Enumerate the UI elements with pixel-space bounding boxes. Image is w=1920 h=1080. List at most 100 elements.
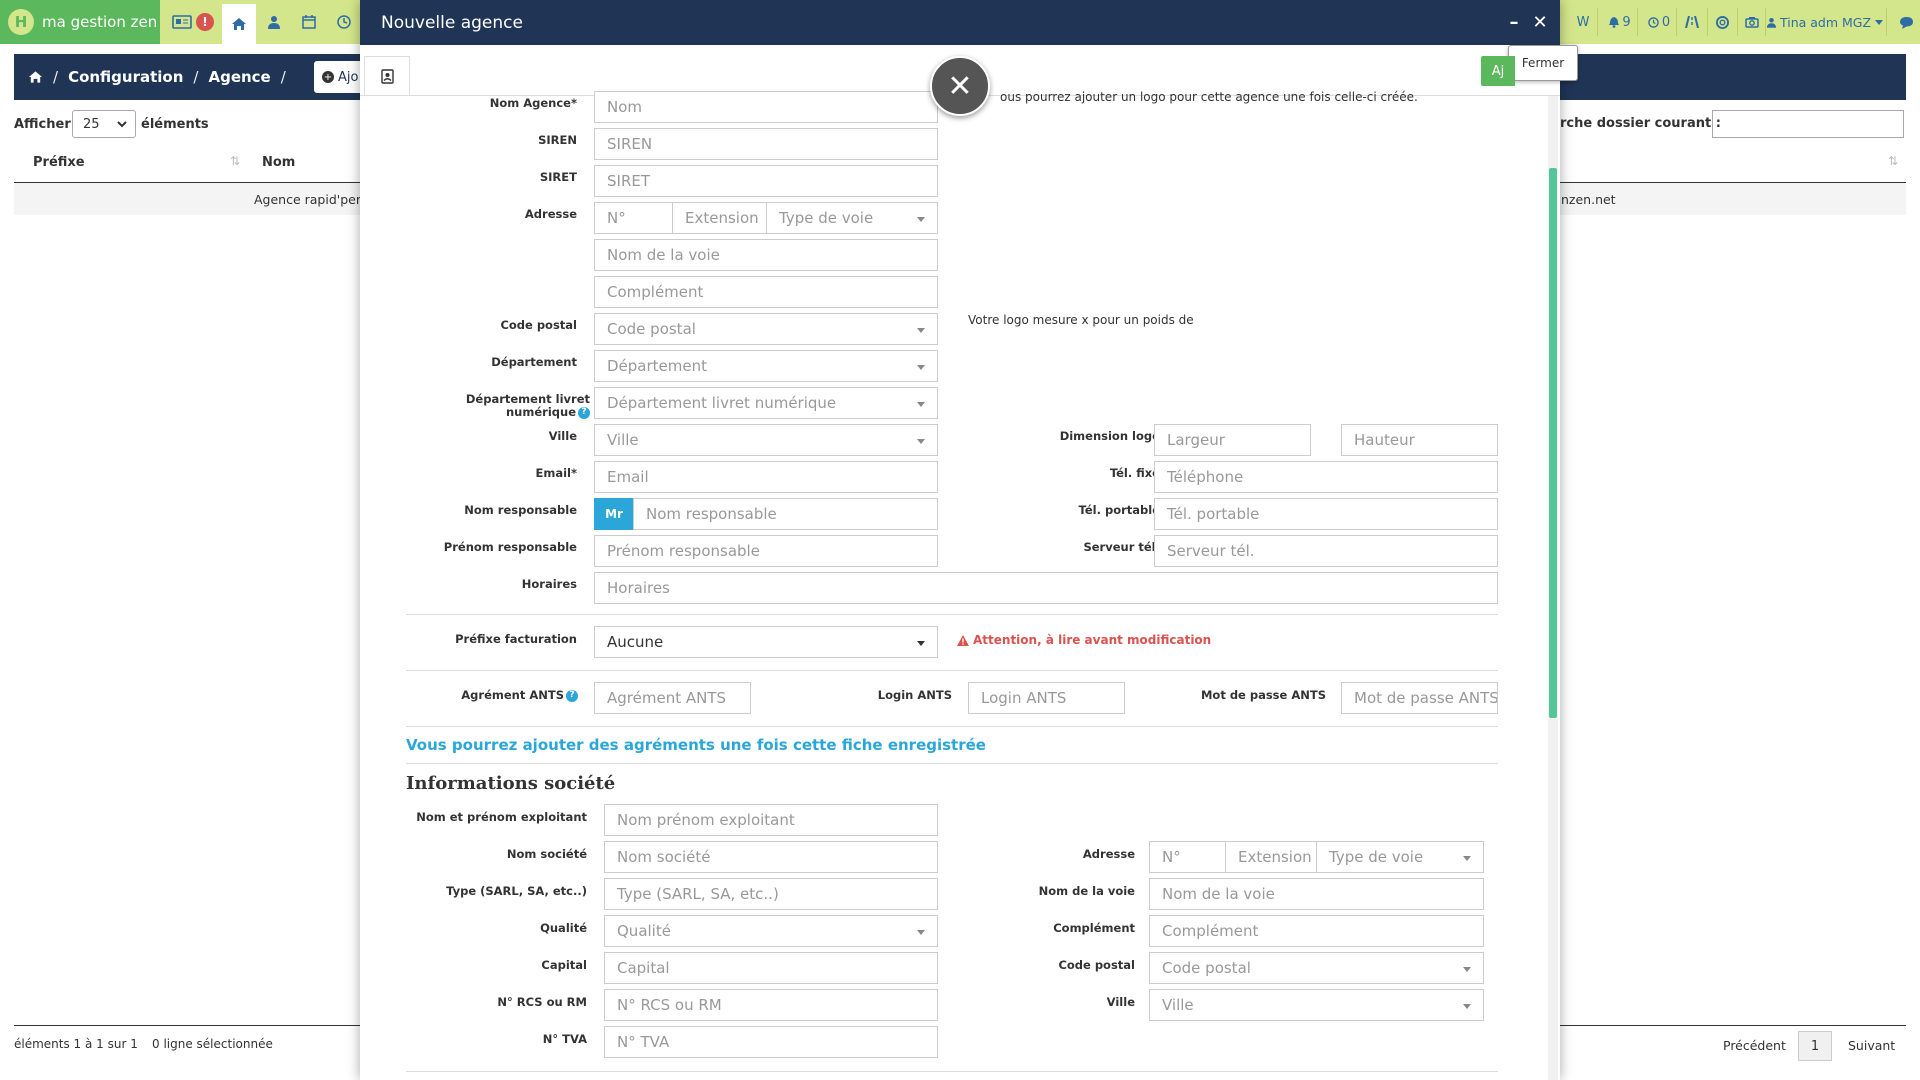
company-type-voie-select[interactable]: Type de voie [1316,841,1484,873]
column-header-prefixe[interactable]: Préfixe [33,155,85,170]
nom-agence-input[interactable]: Nom [594,91,938,123]
company-code-postal-select[interactable]: Code postal [1149,952,1484,984]
nav-divider [1637,8,1638,36]
help-icon[interactable]: ? [566,689,578,702]
label-rcs: N° RCS ou RM [497,995,587,1009]
calendar-icon [302,15,316,29]
overlay-close-button[interactable]: ✕ [930,56,990,116]
search-input[interactable] [1712,110,1904,138]
largeur-input[interactable]: Largeur [1154,424,1311,456]
numero-input[interactable]: N° [594,202,673,234]
selection-info: 0 ligne sélectionnée [152,1037,273,1051]
telephone-input[interactable]: Téléphone [1154,461,1498,493]
close-button[interactable]: ✕ [1528,9,1552,35]
brand[interactable]: H ma gestion zen [0,0,160,44]
nom-responsable-input[interactable]: Nom responsable [633,498,938,530]
column-header-nom[interactable]: Nom [262,155,295,170]
horaires-input[interactable]: Horaires [594,572,1498,604]
label-departement-livret-text: Département livret numérique [465,392,590,419]
login-ants-input[interactable]: Login ANTS [968,682,1125,714]
divider [406,726,1498,727]
type-voie-select[interactable]: Type de voie [766,202,938,234]
tva-input[interactable]: N° TVA [604,1026,938,1058]
page-size-select[interactable]: 25 [72,110,136,138]
modal-title: Nouvelle agence [381,12,523,33]
minimize-button[interactable]: – [1504,10,1524,34]
breadcrumb-configuration[interactable]: Configuration [68,68,183,86]
exploitant-input[interactable]: Nom prénom exploitant [604,804,938,836]
nom-societe-input[interactable]: Nom société [604,841,938,873]
company-complement-input[interactable]: Complément [1149,915,1484,947]
prefixe-facturation-select[interactable]: Aucune [594,626,938,658]
previous-page-button[interactable]: Précédent [1723,1038,1786,1053]
company-nom-voie-input[interactable]: Nom de la voie [1149,878,1484,910]
email-input[interactable]: Email [594,461,938,493]
siren-input[interactable]: SIREN [594,128,938,160]
road-nav-button[interactable] [1680,6,1704,38]
support-nav-button[interactable] [1710,6,1734,38]
help-icon[interactable]: ? [578,406,590,419]
label-qualite: Qualité [540,921,587,935]
label-tva: N° TVA [542,1032,587,1046]
label-dimension-logo: Dimension logo [1059,429,1160,443]
departement-livret-select[interactable]: Département livret numérique [594,387,938,419]
label-nom-societe: Nom société [506,847,587,861]
calendar-nav-button[interactable] [295,6,323,38]
next-page-button[interactable]: Suivant [1848,1038,1895,1053]
qualite-select[interactable]: Qualité [604,915,938,947]
sort-icon[interactable]: ⇅ [230,154,240,168]
camera-nav-button[interactable] [1740,6,1764,38]
page-size-value: 25 [83,116,100,132]
company-numero-input[interactable]: N° [1149,841,1226,873]
chat-icon [1899,16,1913,29]
lifebuoy-icon [1715,15,1729,29]
chat-nav-button[interactable] [1894,6,1918,38]
serveur-tel-input[interactable]: Serveur tél. [1154,535,1498,567]
tab-contact-card[interactable] [364,56,410,96]
caret-down-icon [1875,19,1884,25]
page-number-button[interactable]: 1 [1798,1031,1832,1061]
nom-voie-input[interactable]: Nom de la voie [594,239,938,271]
prenom-responsable-input[interactable]: Prénom responsable [594,535,938,567]
home-icon[interactable] [28,70,43,84]
company-ville-select[interactable]: Ville [1149,989,1484,1021]
siret-input[interactable]: SIRET [594,165,938,197]
tel-portable-input[interactable]: Tél. portable [1154,498,1498,530]
code-postal-select[interactable]: Code postal [594,313,938,345]
user-nav-button[interactable] [260,6,288,38]
home-icon [232,18,246,30]
type-societe-input[interactable]: Type (SARL, SA, etc..) [604,878,938,910]
warning-link[interactable]: Attention, à lire avant modification [957,633,1211,647]
w-nav-button[interactable]: W [1572,6,1594,38]
agrement-ants-input[interactable]: Agrément ANTS [594,682,751,714]
table-cell-email: nzen.net [1561,192,1616,207]
breadcrumb-separator: / [53,68,59,86]
civility-button[interactable]: Mr [594,498,634,530]
notifications-button[interactable]: 9 [1604,6,1636,38]
scrollbar-thumb[interactable] [1549,168,1557,718]
id-card-icon[interactable] [168,6,196,38]
label-agrement-ants-text: Agrément ANTS [461,688,564,702]
departement-select[interactable]: Département [594,350,938,382]
user-menu[interactable]: Tina adm MGZ [1766,6,1884,38]
new-agency-modal: Nouvelle agence – ✕ Fermer Aj ous pourre… [360,0,1578,1080]
clock-nav-button[interactable] [330,6,358,38]
mdp-ants-input[interactable]: Mot de passe ANTS [1341,682,1498,714]
breadcrumb-agence[interactable]: Agence [208,68,270,86]
label-exploitant: Nom et prénom exploitant [416,810,587,824]
rcs-input[interactable]: N° RCS ou RM [604,989,938,1021]
company-extension-input[interactable]: Extension [1225,841,1317,873]
capital-input[interactable]: Capital [604,952,938,984]
complement-input[interactable]: Complément [594,276,938,308]
alert-badge[interactable]: ! [194,6,216,38]
extension-input[interactable]: Extension [672,202,767,234]
sort-icon[interactable]: ⇅ [1888,154,1898,168]
ville-select[interactable]: Ville [594,424,938,456]
add-save-button[interactable]: Aj [1481,56,1515,86]
label-nom-responsable: Nom responsable [464,503,577,517]
notifications-count: 9 [1622,14,1631,30]
timers-button[interactable]: 0 [1644,6,1674,38]
hauteur-input[interactable]: Hauteur [1341,424,1498,456]
home-nav-button[interactable] [222,4,256,44]
timers-count: 0 [1661,14,1671,30]
